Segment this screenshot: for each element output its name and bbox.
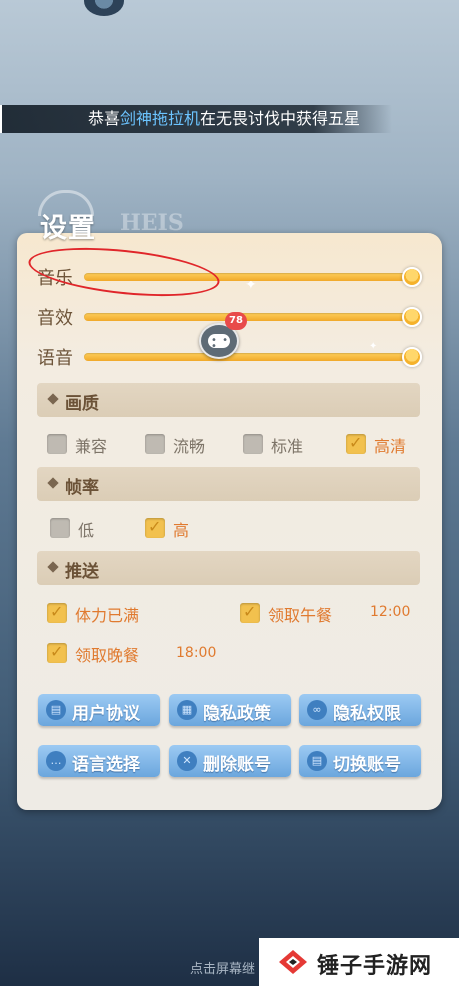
- section-framerate-header: 帧率: [37, 467, 420, 501]
- panel-title-ghost: HEIS: [120, 210, 184, 236]
- tap-screen-hint: 点击屏幕继: [190, 962, 256, 977]
- button-label: 隐私政策: [203, 704, 271, 724]
- diamond-icon: [47, 477, 59, 489]
- check-icon: ✓: [349, 433, 363, 452]
- section-framerate-label: 帧率: [65, 478, 99, 498]
- quality-option-smooth[interactable]: 流畅: [145, 432, 225, 456]
- sfx-slider[interactable]: [84, 313, 412, 321]
- watermark: 锤子手游网: [259, 938, 459, 986]
- quality-option-hd[interactable]: ✓ 高清: [346, 432, 426, 456]
- checkbox-checked[interactable]: ✓: [346, 434, 366, 454]
- checkbox[interactable]: [47, 434, 67, 454]
- option-label: 高: [173, 521, 190, 540]
- music-slider-knob[interactable]: [402, 267, 422, 287]
- document-icon: ▤: [307, 751, 327, 771]
- section-quality-header: 画质: [37, 383, 420, 417]
- push-option-lunch[interactable]: ✓ 领取午餐: [240, 601, 350, 625]
- link-icon: ∞: [307, 700, 327, 720]
- option-label: 领取晚餐: [75, 646, 140, 665]
- button-label: 隐私权限: [333, 704, 401, 724]
- grid-icon: ▦: [177, 700, 197, 720]
- check-icon: ✓: [50, 642, 64, 661]
- ticker-suffix: 在无畏讨伐中获得五星: [200, 109, 361, 128]
- section-quality-label: 画质: [65, 394, 99, 414]
- option-label: 领取午餐: [268, 606, 333, 625]
- ticker-player-name: 剑神拖拉机: [120, 109, 201, 128]
- hammer-logo-icon: [279, 950, 307, 974]
- document-icon: ▤: [46, 700, 66, 720]
- checkbox-checked[interactable]: ✓: [240, 603, 260, 623]
- checkbox-checked[interactable]: ✓: [47, 603, 67, 623]
- diamond-icon: [47, 561, 59, 573]
- option-label: 兼容: [75, 437, 108, 456]
- panel-title: 设置: [40, 213, 96, 244]
- push-option-dinner[interactable]: ✓ 领取晚餐: [47, 641, 167, 665]
- option-label: 体力已满: [75, 606, 140, 625]
- voice-label: 语音: [37, 348, 73, 369]
- chat-unread-badge: 78: [225, 312, 247, 330]
- top-avatar-icon[interactable]: [84, 0, 124, 16]
- sfx-label: 音效: [37, 308, 73, 329]
- section-push-header: 推送: [37, 551, 420, 585]
- option-label: 低: [78, 521, 95, 540]
- check-icon: ✓: [50, 602, 64, 621]
- quality-option-standard[interactable]: 标准: [243, 432, 323, 456]
- button-label: 语言选择: [72, 755, 140, 775]
- voice-slider[interactable]: [84, 353, 412, 361]
- checkbox-checked[interactable]: ✓: [145, 518, 165, 538]
- sfx-slider-knob[interactable]: [402, 307, 422, 327]
- section-push-label: 推送: [65, 562, 99, 582]
- switch-account-button[interactable]: ▤ 切换账号: [299, 745, 421, 777]
- checkbox[interactable]: [243, 434, 263, 454]
- ticker-prefix: 恭喜: [88, 109, 121, 128]
- framerate-option-high[interactable]: ✓ 高: [145, 516, 205, 540]
- user-agreement-button[interactable]: ▤ 用户协议: [38, 694, 160, 726]
- button-label: 用户协议: [72, 704, 140, 724]
- button-label: 删除账号: [203, 755, 271, 775]
- push-option-stamina-full[interactable]: ✓ 体力已满: [47, 601, 167, 625]
- privacy-policy-button[interactable]: ▦ 隐私政策: [169, 694, 291, 726]
- close-icon: ✕: [177, 751, 197, 771]
- watermark-text: 锤子手游网: [317, 954, 433, 979]
- checkbox-checked[interactable]: ✓: [47, 643, 67, 663]
- check-icon: ✓: [243, 602, 257, 621]
- option-label: 流畅: [173, 437, 206, 456]
- chat-icon: • • •: [208, 334, 230, 352]
- push-dinner-time: 18:00: [176, 645, 217, 661]
- announcement-ticker: 恭喜剑神拖拉机在无畏讨伐中获得五星: [0, 105, 392, 133]
- framerate-option-low[interactable]: 低: [50, 516, 110, 540]
- ticker-edge: [0, 105, 2, 133]
- voice-slider-knob[interactable]: [402, 347, 422, 367]
- panel-title-area: HEIS 设置: [24, 190, 194, 250]
- checkbox[interactable]: [50, 518, 70, 538]
- quality-option-compat[interactable]: 兼容: [47, 432, 127, 456]
- speech-icon: …: [46, 751, 66, 771]
- button-label: 切换账号: [333, 755, 401, 775]
- checkbox[interactable]: [145, 434, 165, 454]
- privacy-permission-button[interactable]: ∞ 隐私权限: [299, 694, 421, 726]
- push-lunch-time: 12:00: [370, 604, 411, 620]
- check-icon: ✓: [148, 517, 162, 536]
- option-label: 高清: [374, 437, 407, 456]
- option-label: 标准: [271, 437, 304, 456]
- delete-account-button[interactable]: ✕ 删除账号: [169, 745, 291, 777]
- language-select-button[interactable]: … 语言选择: [38, 745, 160, 777]
- diamond-icon: [47, 393, 59, 405]
